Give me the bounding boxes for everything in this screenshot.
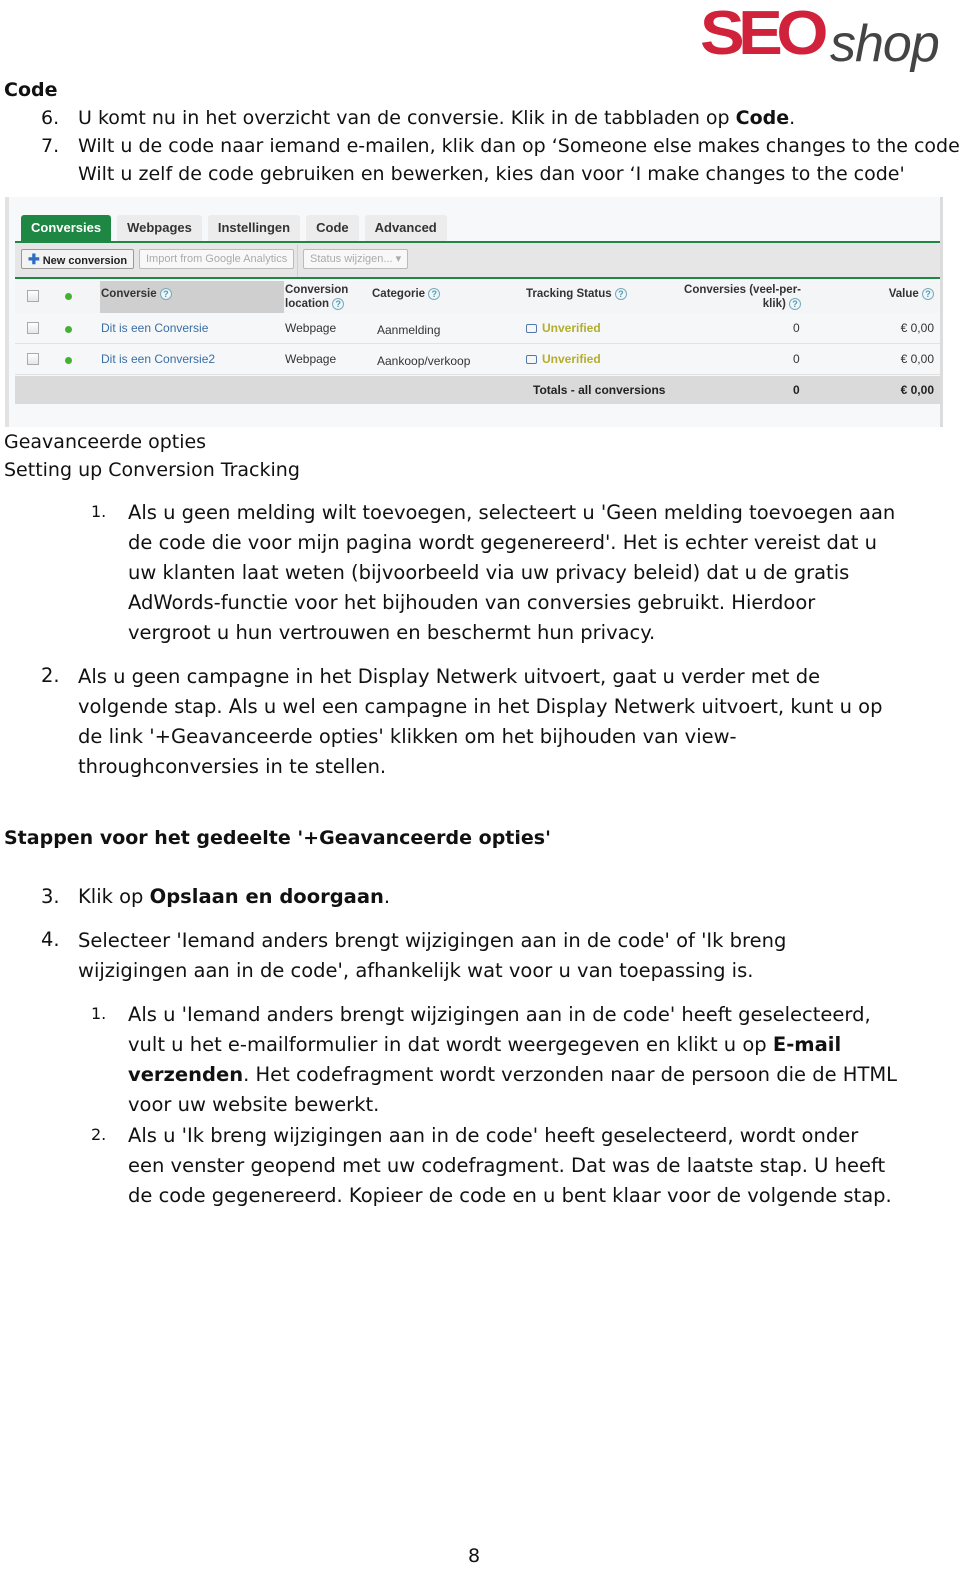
list-number: 7. (41, 135, 60, 157)
row-checkbox[interactable] (27, 353, 39, 365)
list-number: 1. (91, 502, 107, 521)
list-item-sub1: Als u geen melding wilt toevoegen, selec… (128, 501, 896, 644)
conversions-count: 0 (793, 352, 800, 366)
help-icon[interactable]: ? (922, 287, 934, 300)
list-number: 2. (41, 664, 60, 687)
row-checkbox[interactable] (27, 322, 39, 334)
page-number: 8 (468, 1545, 481, 1567)
totals-row: Totals - all conversions 0 € 0,00 (15, 376, 940, 404)
conversion-name-link[interactable]: Dit is een Conversie2 (101, 344, 215, 375)
section-heading-steps: Stappen voor het gedeelte '+Geavanceerde… (4, 827, 551, 849)
import-google-analytics-button[interactable]: Import from Google Analytics (139, 249, 295, 269)
list-item-step-3: Klik op Opslaan en doorgaan. (78, 885, 391, 908)
help-icon[interactable]: ? (332, 297, 345, 310)
speech-bubble-icon (526, 355, 537, 364)
conversion-name-link[interactable]: Dit is een Conversie (101, 313, 208, 344)
list-item-step-7-line2: Wilt u zelf de code gebruiken en bewerke… (78, 163, 905, 185)
conversions-screenshot: Conversies Webpages Instellingen Code Ad… (5, 197, 943, 427)
status-dot-active (65, 326, 72, 333)
tab-advanced[interactable]: Advanced (364, 215, 447, 241)
code-tab-reference: Code (735, 107, 790, 129)
tracking-status: Unverified (526, 313, 601, 344)
chevron-down-icon: ▾ (395, 253, 402, 265)
list-number: 6. (41, 107, 60, 129)
section-heading-setup-tracking: Setting up Conversion Tracking (4, 459, 300, 481)
logo-seo-text: SEO (700, 0, 828, 68)
tab-code[interactable]: Code (306, 215, 359, 241)
list-item-step-6: U komt nu in het overzicht van de conver… (78, 107, 796, 129)
col-conversie[interactable]: Conversie ? (101, 287, 172, 301)
conversions-count: 0 (793, 321, 800, 335)
list-number: 1. (91, 1004, 107, 1023)
conversion-category: Aankoop/verkoop (377, 354, 471, 368)
conversion-category: Aanmelding (377, 323, 441, 337)
list-item-sub2-self: Als u 'Ik breng wijzigingen aan in de co… (128, 1124, 892, 1207)
conversion-location: Webpage (285, 352, 337, 366)
help-icon[interactable]: ? (614, 287, 627, 300)
list-item-step-2: Als u geen campagne in het Display Netwe… (78, 665, 883, 778)
conversion-value: € 0,00 (900, 352, 934, 366)
logo-shop-text: shop (830, 15, 940, 73)
list-number: 4. (41, 928, 60, 951)
select-all-checkbox[interactable] (27, 290, 39, 302)
status-dropdown[interactable]: Status wijzigen... ▾ (303, 249, 409, 269)
table-row: Dit is een Conversie2 Webpage Aankoop/ve… (15, 344, 940, 375)
status-dot-active (65, 357, 72, 364)
help-icon[interactable]: ? (159, 287, 172, 300)
totals-value: € 0,00 (900, 383, 934, 397)
col-conversion-location[interactable]: Conversion location ? (285, 283, 348, 311)
seoshop-logo: SEO shop (700, 0, 950, 73)
col-value[interactable]: Value ? (889, 287, 934, 301)
status-dot-header (65, 293, 72, 300)
tab-bar: Conversies Webpages Instellingen Code Ad… (21, 215, 453, 241)
table-row: Dit is een Conversie Webpage Aanmelding … (15, 313, 940, 344)
tab-webpages[interactable]: Webpages (117, 215, 202, 241)
help-icon[interactable]: ? (789, 297, 801, 310)
totals-label: Totals - all conversions (533, 383, 666, 397)
section-heading-code: Code (4, 79, 58, 101)
save-continue-reference: Opslaan en doorgaan (149, 885, 384, 908)
section-heading-advanced-options: Geavanceerde opties (4, 431, 207, 453)
col-conversies[interactable]: Conversies (veel-per- klik) ? (683, 283, 801, 311)
list-number: 3. (41, 885, 60, 908)
totals-conversions: 0 (793, 383, 800, 397)
tracking-status: Unverified (526, 344, 601, 375)
conversion-location: Webpage (285, 321, 337, 335)
send-email-reference: E-mail (772, 1033, 842, 1056)
help-icon[interactable]: ? (428, 287, 441, 300)
plus-icon: ✚ (28, 251, 40, 267)
list-item-sub1-email: Als u 'Iemand anders brengt wijzigingen … (128, 1003, 898, 1116)
toolbar: ✚ New conversion Import from Google Analy… (15, 243, 940, 279)
conversion-value: € 0,00 (900, 321, 934, 335)
col-tracking-status[interactable]: Tracking Status ? (526, 287, 627, 301)
list-item-step-7-line1: Wilt u de code naar iemand e-mailen, kli… (78, 135, 960, 157)
tab-instellingen[interactable]: Instellingen (207, 215, 301, 241)
list-number: 2. (91, 1125, 107, 1144)
tab-conversies[interactable]: Conversies (21, 215, 112, 241)
list-item-step-4: Selecteer 'Iemand anders brengt wijzigin… (78, 929, 787, 982)
send-email-reference-cont: verzenden (128, 1063, 244, 1086)
speech-bubble-icon (526, 324, 537, 333)
toolbar-divider (297, 245, 298, 277)
col-categorie[interactable]: Categorie ? (372, 287, 441, 301)
new-conversion-button[interactable]: ✚ New conversion (21, 249, 135, 269)
